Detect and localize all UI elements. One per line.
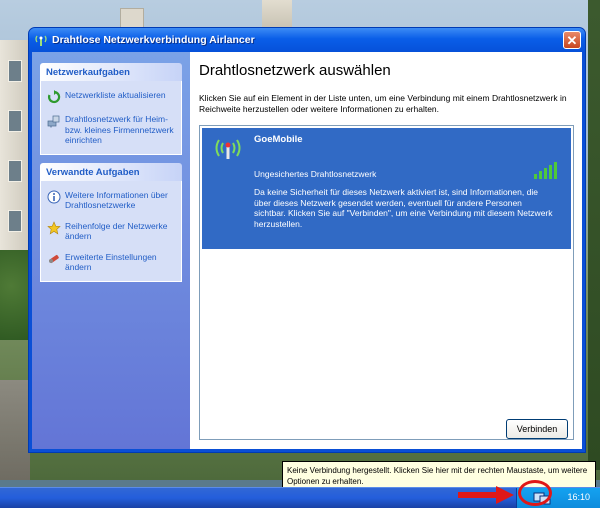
task-label: Netzwerkliste aktualisieren bbox=[65, 90, 166, 100]
connect-button[interactable]: Verbinden bbox=[506, 419, 568, 439]
task-label: Reihenfolge der Netzwerke ändern bbox=[65, 220, 168, 242]
background-tower bbox=[262, 0, 292, 28]
task-label: Weitere Informationen über Drahtlosnetzw… bbox=[65, 189, 168, 211]
building-window bbox=[8, 160, 22, 182]
network-list[interactable]: GoeMobile Ungesichertes Drahtlosnetzwerk bbox=[199, 125, 574, 440]
refresh-icon bbox=[47, 90, 61, 104]
background-water bbox=[0, 380, 30, 480]
network-status-row: Ungesichertes Drahtlosnetzwerk bbox=[254, 161, 563, 179]
title-bar[interactable]: Drahtlose Netzwerkverbindung Airlancer ✕ bbox=[29, 28, 585, 52]
task-change-order[interactable]: Reihenfolge der Netzwerke ändern bbox=[47, 221, 177, 242]
task-pane: Netzwerkaufgaben Netzwerkliste aktualisi… bbox=[32, 52, 190, 449]
network-description: Da keine Sicherheit für dieses Netzwerk … bbox=[254, 187, 553, 229]
annotation-circle bbox=[518, 480, 552, 506]
network-setup-icon bbox=[47, 115, 60, 128]
building-window bbox=[8, 60, 22, 82]
close-icon: ✕ bbox=[566, 32, 578, 48]
instructions-text: Klicken Sie auf ein Element in der Liste… bbox=[199, 93, 567, 114]
task-setup-wireless-network[interactable]: Drahtlosnetzwerk für Heim- bzw. kleines … bbox=[47, 114, 177, 146]
task-label: Drahtlosnetzwerk für Heim- bzw. kleines … bbox=[65, 114, 174, 145]
network-details: GoeMobile Ungesichertes Drahtlosnetzwerk bbox=[246, 134, 563, 249]
window-title: Drahtlose Netzwerkverbindung Airlancer bbox=[52, 34, 255, 46]
wireless-network-window: Drahtlose Netzwerkverbindung Airlancer ✕… bbox=[28, 27, 586, 453]
network-security-status: Ungesichertes Drahtlosnetzwerk bbox=[254, 169, 377, 179]
background-building bbox=[0, 40, 30, 270]
task-more-info[interactable]: Weitere Informationen über Drahtlosnetzw… bbox=[47, 190, 177, 211]
background-tree bbox=[588, 0, 600, 470]
wireless-antenna-icon bbox=[215, 139, 241, 159]
signal-strength-icon bbox=[534, 162, 557, 179]
annotation-arrow-icon bbox=[458, 486, 514, 504]
background-tree bbox=[0, 250, 28, 340]
panel-title[interactable]: Netzwerkaufgaben bbox=[40, 63, 182, 81]
settings-icon bbox=[49, 254, 59, 263]
panel-body: Weitere Informationen über Drahtlosnetzw… bbox=[40, 180, 182, 282]
network-item[interactable]: GoeMobile Ungesichertes Drahtlosnetzwerk bbox=[202, 128, 571, 249]
page-title: Drahtlosnetzwerk auswählen bbox=[199, 62, 391, 79]
network-name: GoeMobile bbox=[254, 134, 303, 145]
task-refresh-network-list[interactable]: Netzwerkliste aktualisieren bbox=[47, 90, 177, 104]
related-tasks-panel: Verwandte Aufgaben Weitere Informationen… bbox=[40, 162, 182, 282]
building-window bbox=[8, 110, 22, 132]
info-icon bbox=[47, 190, 61, 203]
window-client-area: Netzwerkaufgaben Netzwerkliste aktualisi… bbox=[32, 52, 582, 449]
close-button[interactable]: ✕ bbox=[563, 31, 581, 49]
panel-title[interactable]: Verwandte Aufgaben bbox=[40, 162, 182, 181]
wireless-icon bbox=[35, 35, 47, 46]
task-label: Erweiterte Einstellungen ändern bbox=[65, 251, 157, 273]
building-window bbox=[8, 210, 22, 232]
main-content: Drahtlosnetzwerk auswählen Klicken Sie a… bbox=[190, 52, 582, 449]
panel-body: Netzwerkliste aktualisieren Drahtlosnetz… bbox=[40, 81, 182, 155]
network-tasks-panel: Netzwerkaufgaben Netzwerkliste aktualisi… bbox=[40, 63, 182, 155]
taskbar-clock[interactable]: 16:10 bbox=[567, 492, 590, 502]
star-icon bbox=[47, 220, 61, 234]
task-advanced-settings[interactable]: Erweiterte Einstellungen ändern bbox=[47, 252, 177, 273]
